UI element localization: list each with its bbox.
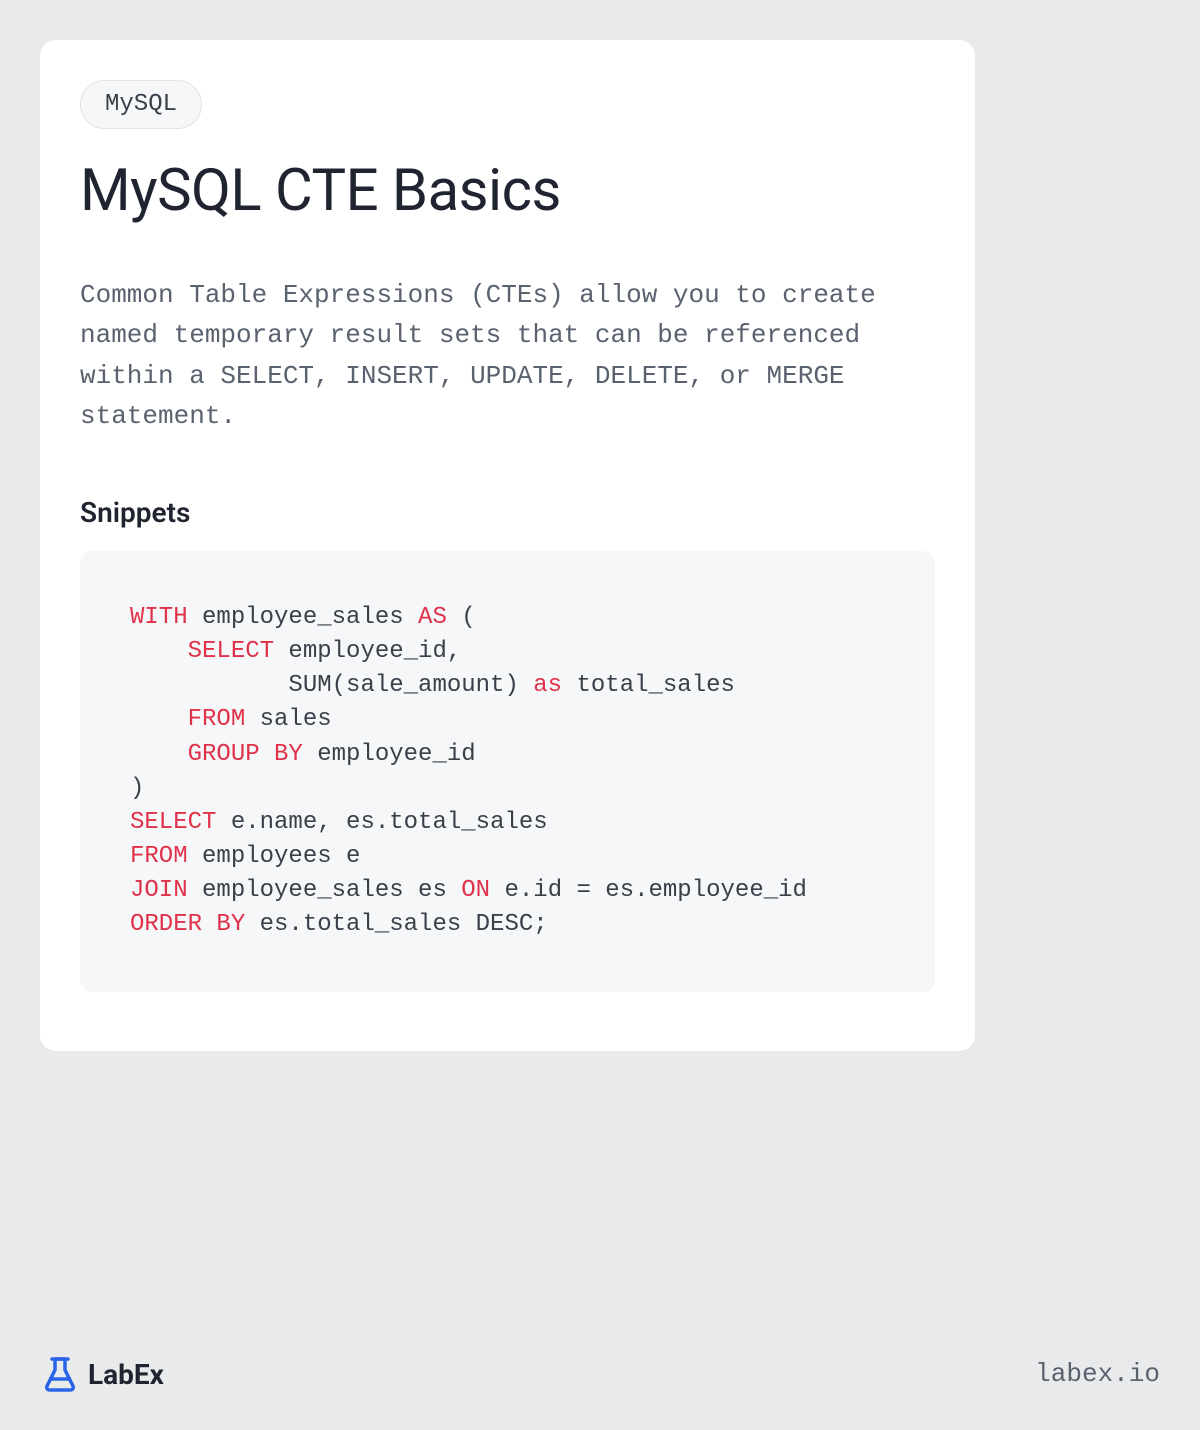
page-title: MySQL CTE Basics [80, 157, 935, 225]
code-snippet: WITH employee_sales AS ( SELECT employee… [80, 551, 935, 992]
content-card: MySQL MySQL CTE Basics Common Table Expr… [40, 40, 975, 1051]
description-text: Common Table Expressions (CTEs) allow yo… [80, 275, 935, 436]
snippets-heading: Snippets [80, 496, 935, 529]
category-tag: MySQL [80, 80, 202, 129]
footer: LabEx labex.io [40, 1354, 1160, 1394]
brand-name: LabEx [88, 1358, 164, 1391]
flask-icon [40, 1354, 80, 1394]
brand-logo: LabEx [40, 1354, 164, 1394]
footer-url: labex.io [1035, 1359, 1160, 1389]
